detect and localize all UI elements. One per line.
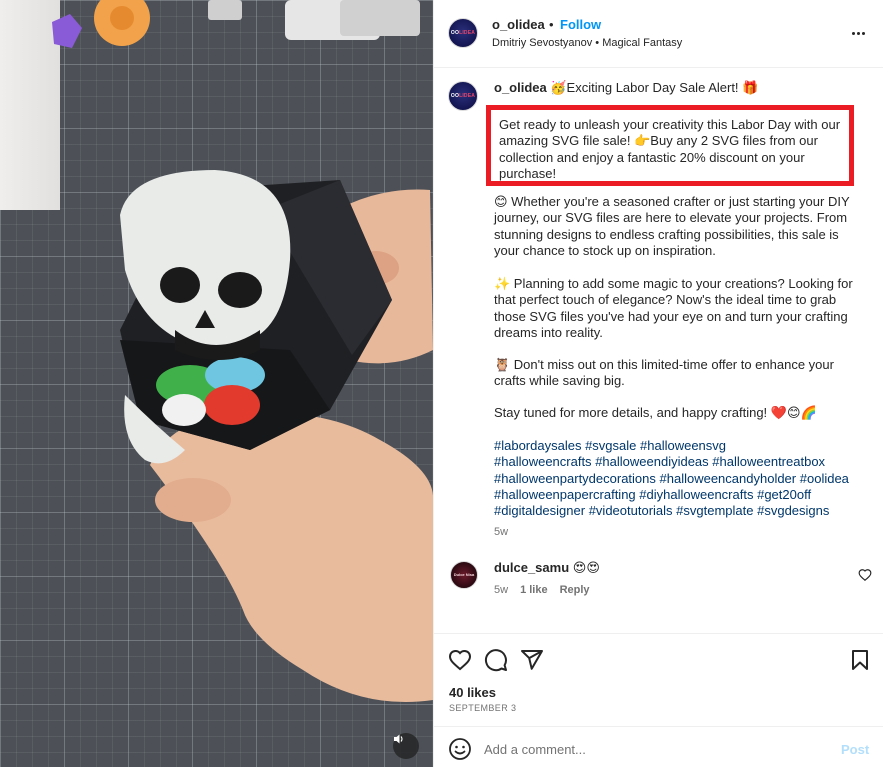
paper-plane-icon[interactable] xyxy=(520,648,544,672)
highlighted-caption-text: Get ready to unleash your creativity thi… xyxy=(499,117,841,181)
comment-meta: 5w 1 like Reply xyxy=(494,584,590,596)
post-header: OOLIDEA o_olidea • Follow Dmitriy Sevost… xyxy=(434,0,883,68)
audio-info[interactable]: Dmitriy Sevostyanov • Magical Fantasy xyxy=(492,37,682,49)
hashtag[interactable]: #digitaldesigner xyxy=(494,503,585,518)
candy-red xyxy=(204,385,260,425)
hashtag[interactable]: #svgdesigns xyxy=(757,503,829,518)
caption-timestamp[interactable]: 5w xyxy=(494,526,508,538)
media-illustration xyxy=(52,0,433,702)
more-options-button[interactable] xyxy=(848,26,868,40)
caption-paragraph-2: ✨ Planning to add some magic to your cre… xyxy=(494,276,853,340)
comment-body: 😍😍 xyxy=(572,560,600,575)
highlighted-caption-box: Get ready to unleash your creativity thi… xyxy=(486,105,854,186)
post-date[interactable]: SEPTEMBER 3 xyxy=(449,703,516,713)
post-media[interactable] xyxy=(0,0,433,767)
actions-divider xyxy=(434,633,883,634)
comment-likes-count[interactable]: 1 like xyxy=(520,584,548,596)
hashtag[interactable]: #halloweenpapercrafting xyxy=(494,487,636,502)
caption-paragraph-1: 😊 Whether you're a seasoned crafter or j… xyxy=(494,194,850,258)
commenter-avatar-text: Dulce Nisa xyxy=(453,571,475,577)
caption-headline: o_olidea 🥳Exciting Labor Day Sale Alert!… xyxy=(494,80,854,96)
hashtag[interactable]: #videotutorials xyxy=(589,503,673,518)
bookmark-icon[interactable] xyxy=(848,648,872,672)
speaker-icon xyxy=(394,734,403,744)
add-comment-input[interactable] xyxy=(484,739,824,759)
add-comment-divider xyxy=(434,726,883,727)
hashtag[interactable]: #oolidea xyxy=(800,471,849,486)
commenter-username[interactable]: dulce_samu xyxy=(494,560,569,575)
likes-count[interactable]: 40 likes xyxy=(449,685,496,700)
avatar-logo: OOLIDEA xyxy=(450,92,476,99)
hashtag[interactable]: #get20off xyxy=(757,487,811,502)
comment-text: dulce_samu 😍😍 xyxy=(494,560,600,576)
hashtag[interactable]: #svgsale xyxy=(585,438,636,453)
reply-button[interactable]: Reply xyxy=(560,584,590,596)
caption-author-avatar[interactable]: OOLIDEA xyxy=(448,81,478,111)
hashtag-list: #labordaysales #svgsale #halloweensvg #h… xyxy=(494,438,859,519)
author-avatar[interactable]: OOLIDEA xyxy=(448,18,478,48)
hashtag[interactable]: #halloweenpartydecorations xyxy=(494,471,656,486)
avatar-logo: OOLIDEA xyxy=(450,29,476,36)
left-hand xyxy=(150,412,433,702)
caption-username[interactable]: o_olidea xyxy=(494,80,547,95)
mute-button[interactable] xyxy=(393,733,419,759)
comment-timestamp[interactable]: 5w xyxy=(494,584,508,596)
heart-icon[interactable] xyxy=(448,648,472,672)
comment-like-heart-icon[interactable] xyxy=(858,568,872,582)
hashtag[interactable]: #halloweencrafts xyxy=(494,454,592,469)
caption-headline-text: 🥳Exciting Labor Day Sale Alert! 🎁 xyxy=(550,80,759,95)
post-details-panel: OOLIDEA o_olidea • Follow Dmitriy Sevost… xyxy=(433,0,883,767)
hashtag[interactable]: #halloweentreatbox xyxy=(712,454,825,469)
header-separator: • xyxy=(549,17,554,32)
caption-paragraph-4: Stay tuned for more details, and happy c… xyxy=(494,405,817,420)
commenter-avatar[interactable]: Dulce Nisa xyxy=(450,561,478,589)
caption-paragraph-3: 🦉 Don't miss out on this limited-time of… xyxy=(494,357,834,389)
comment-bubble-icon[interactable] xyxy=(484,648,508,672)
hashtag[interactable]: #labordaysales xyxy=(494,438,581,453)
post-comment-button[interactable]: Post xyxy=(841,742,869,757)
more-options-icon xyxy=(851,31,855,35)
hashtag[interactable]: #halloweensvg xyxy=(640,438,726,453)
smiley-icon[interactable] xyxy=(448,737,472,761)
hashtag[interactable]: #svgtemplate xyxy=(676,503,753,518)
hashtag[interactable]: #halloweencandyholder xyxy=(660,471,797,486)
author-username[interactable]: o_olidea xyxy=(492,17,545,32)
hashtag[interactable]: #diyhalloweencrafts xyxy=(639,487,753,502)
follow-button[interactable]: Follow xyxy=(560,17,601,32)
hashtag[interactable]: #halloweendiyideas xyxy=(595,454,708,469)
purple-paper xyxy=(52,14,82,48)
